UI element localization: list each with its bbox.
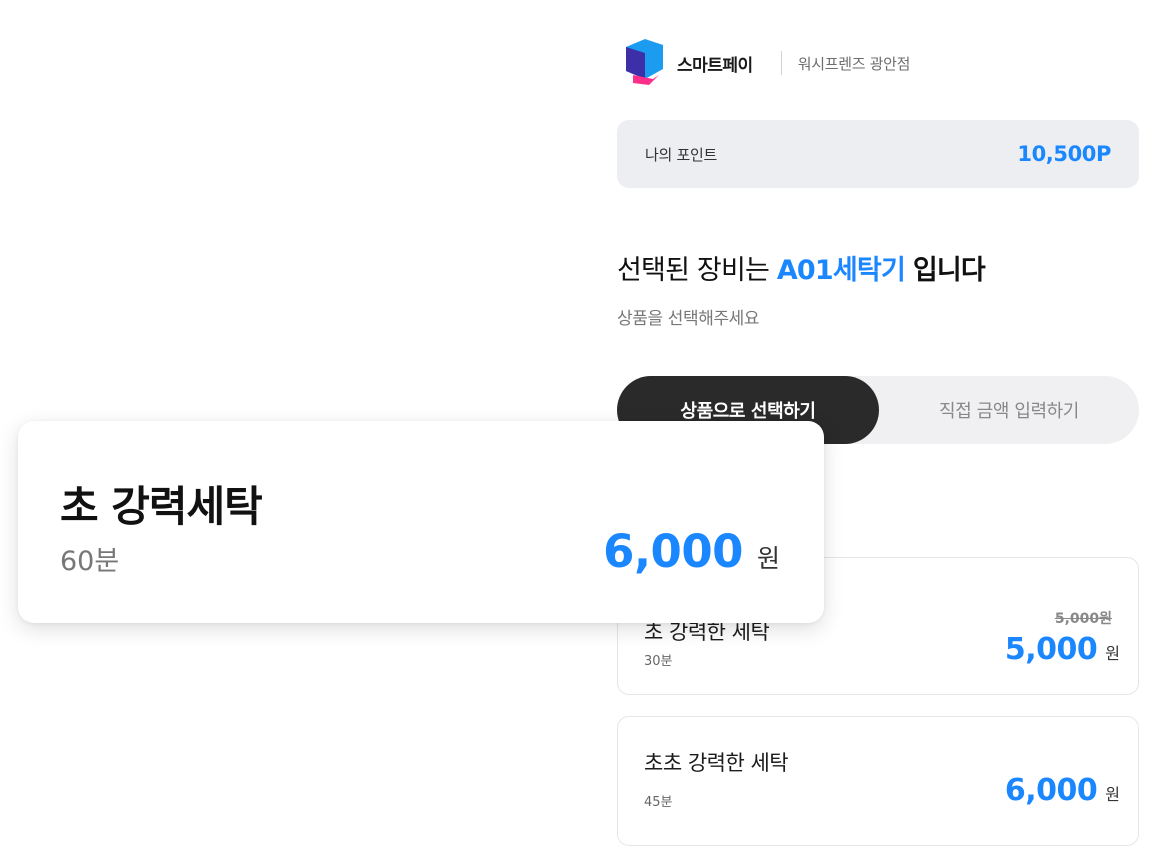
points-value: 10,500P bbox=[1017, 142, 1111, 166]
featured-product-duration: 60분 bbox=[60, 546, 120, 577]
product-card[interactable]: 초초 강력한 세탁 45분 6,000 원 bbox=[617, 716, 1139, 846]
featured-product-name: 초 강력세탁 bbox=[60, 482, 263, 531]
product-duration: 45분 bbox=[644, 795, 673, 810]
select-product-hint: 상품을 선택해주세요 bbox=[617, 309, 760, 329]
product-price: 6,000 원 bbox=[1005, 773, 1120, 808]
featured-product-card[interactable]: 초 강력세탁 60분 6,000 원 bbox=[18, 421, 824, 623]
price-value: 5,000 bbox=[1004, 632, 1098, 667]
tab-enter-amount[interactable]: 직접 금액 입력하기 bbox=[879, 376, 1139, 444]
heading-suffix: 입니다 bbox=[912, 255, 986, 286]
price-unit: 원 bbox=[1105, 785, 1120, 804]
price-value: 6,000 bbox=[1004, 773, 1098, 808]
heading-prefix: 선택된 장비는 bbox=[617, 255, 770, 286]
featured-product-price: 6,000 원 bbox=[603, 525, 780, 578]
selected-machine-heading: 선택된 장비는 A01세탁기 입니다 bbox=[617, 248, 986, 287]
brand-name: 스마트페이 bbox=[677, 55, 753, 76]
product-name: 초초 강력한 세탁 bbox=[644, 751, 789, 775]
price-unit: 원 bbox=[1105, 644, 1120, 663]
smartpay-logo-icon bbox=[623, 39, 665, 87]
product-original-price: 5,000원 bbox=[1054, 611, 1112, 627]
points-label: 나의 포인트 bbox=[645, 145, 717, 164]
app-header: 스마트페이 워시프렌즈 광안점 bbox=[623, 38, 910, 88]
price-unit: 원 bbox=[756, 544, 780, 573]
smartpay-app: 스마트페이 워시프렌즈 광안점 나의 포인트 10,500P 선택된 장비는 A… bbox=[617, 0, 1139, 846]
product-price: 5,000 원 bbox=[1005, 632, 1120, 667]
selected-machine-name: A01세탁기 bbox=[776, 255, 906, 286]
store-name: 워시프렌즈 광안점 bbox=[797, 54, 911, 73]
my-points-panel: 나의 포인트 10,500P bbox=[617, 120, 1139, 188]
price-value: 6,000 bbox=[603, 525, 743, 578]
header-divider bbox=[780, 51, 782, 75]
product-duration: 30분 bbox=[644, 654, 673, 669]
